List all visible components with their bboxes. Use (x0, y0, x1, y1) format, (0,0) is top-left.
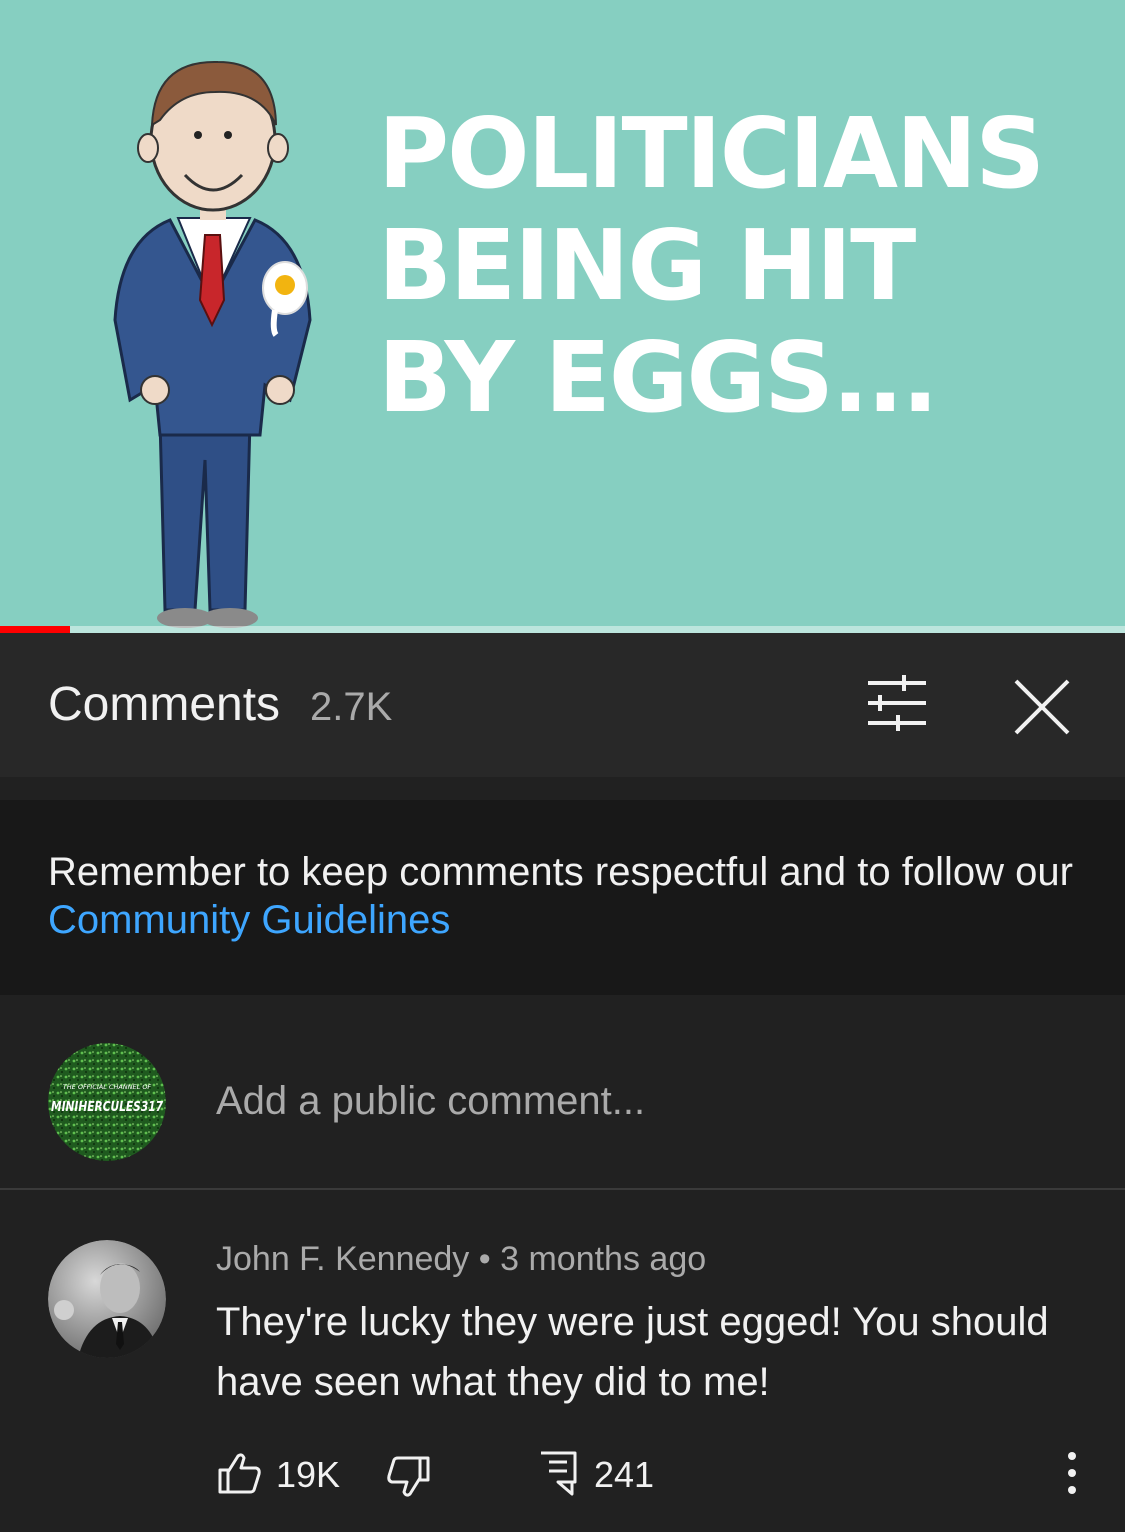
sliders-icon[interactable] (862, 673, 932, 733)
video-progress-fill (0, 626, 70, 633)
close-icon[interactable] (1008, 673, 1076, 741)
user-avatar[interactable]: THE OFFICIAL CHANNEL OF MINIHERCULES317 (48, 1043, 166, 1161)
thumbnail-title: POLITICIANS BEING HIT BY EGGS... (378, 98, 1098, 434)
thumbs-up-icon[interactable] (216, 1450, 262, 1496)
comment-text: They're lucky they were just egged! You … (216, 1300, 1049, 1404)
comment-author[interactable]: John F. Kennedy (216, 1240, 469, 1278)
thumbnail-title-line: BEING HIT (378, 209, 916, 322)
avatar-caption-large: MINIHERCULES317 (51, 1099, 163, 1115)
comment-input[interactable]: Add a public comment... (216, 1079, 645, 1124)
thumbs-down-icon[interactable] (386, 1454, 432, 1500)
reply-icon[interactable] (538, 1450, 578, 1496)
comment-meta: John F. Kennedy • 3 months ago (216, 1240, 706, 1279)
thumbnail-title-line: BY EGGS... (378, 321, 939, 434)
thumbnail-title-line: POLITICIANS (378, 97, 1045, 210)
comment-actions: 19K 241 (216, 1450, 1106, 1500)
video-progress-bar[interactable] (0, 626, 1125, 633)
community-guidelines-link[interactable]: Community Guidelines (48, 898, 450, 942)
meta-separator: • (478, 1240, 491, 1278)
reply-count: 241 (594, 1454, 655, 1495)
like-count: 19K (276, 1454, 341, 1495)
comments-header: Comments 2.7K (0, 633, 1125, 777)
commenter-avatar[interactable] (48, 1240, 166, 1358)
notice-text: Remember to keep comments respectful and… (48, 848, 1088, 944)
video-player[interactable]: POLITICIANS BEING HIT BY EGGS... (0, 0, 1125, 633)
comments-title: Comments (48, 678, 281, 731)
comment-time: 3 months ago (500, 1240, 707, 1278)
comments-count: 2.7K (310, 685, 393, 729)
more-vertical-icon[interactable] (1060, 1450, 1084, 1496)
comment-item: John F. Kennedy • 3 months ago They're l… (0, 1190, 1125, 1532)
avatar-caption-small: THE OFFICIAL CHANNEL OF (63, 1083, 152, 1091)
section-gap (0, 777, 1125, 800)
notice-message: Remember to keep comments respectful and… (48, 850, 1073, 894)
community-notice: Remember to keep comments respectful and… (0, 800, 1125, 995)
cartoon-politician-illustration (113, 60, 312, 628)
add-comment-row[interactable]: THE OFFICIAL CHANNEL OF MINIHERCULES317 … (0, 995, 1125, 1188)
